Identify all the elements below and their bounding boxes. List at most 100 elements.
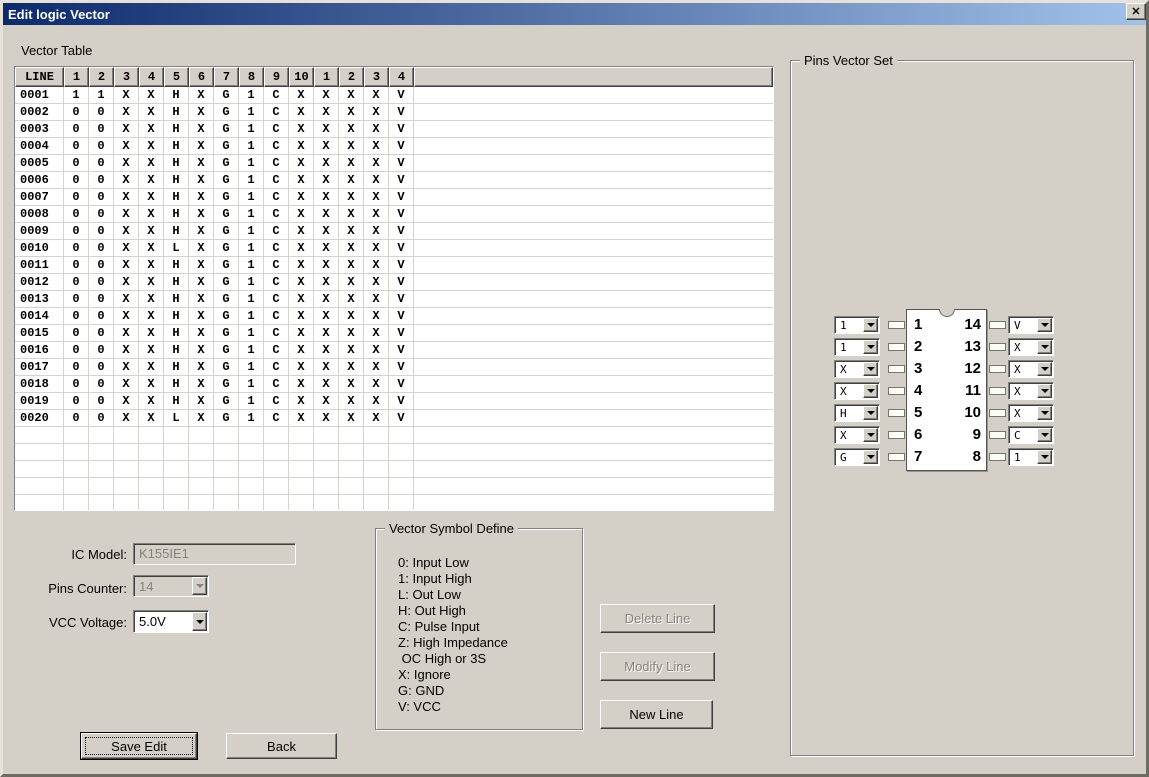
pins-vector-set-group: Pins Vector Set 1 1 1 2 X 3 X 4 H 5 X 6 G 7 V 14 X 13 X 12 X… <box>790 53 1134 756</box>
pin-12-number: 12 <box>964 360 981 377</box>
vector-cell: 1 <box>239 189 264 206</box>
vector-cell: X <box>139 172 164 189</box>
pins-counter-dropdown-button[interactable] <box>192 577 207 595</box>
pin-6-dropdown-button[interactable] <box>863 428 878 442</box>
column-header-13[interactable]: 3 <box>364 67 389 87</box>
table-row[interactable]: 0002 0 0 X X H X G 1 C X X X X V <box>15 104 773 121</box>
pin-14-select[interactable]: V <box>1008 316 1054 334</box>
vector-cell: X <box>189 393 214 410</box>
column-header-5[interactable]: 5 <box>164 67 189 87</box>
row-filler <box>414 444 773 461</box>
empty-cell <box>15 478 64 495</box>
table-row[interactable]: 0010 0 0 X X L X G 1 C X X X X V <box>15 240 773 257</box>
modify-line-button[interactable]: Modify Line <box>600 652 715 681</box>
table-row[interactable]: 0018 0 0 X X H X G 1 C X X X X V <box>15 376 773 393</box>
pin-12-dropdown-button[interactable] <box>1037 362 1052 376</box>
column-header-4[interactable]: 4 <box>139 67 164 87</box>
table-row[interactable]: 0008 0 0 X X H X G 1 C X X X X V <box>15 206 773 223</box>
column-header-3[interactable]: 3 <box>114 67 139 87</box>
pin-13-dropdown-button[interactable] <box>1037 340 1052 354</box>
table-row[interactable]: 0003 0 0 X X H X G 1 C X X X X V <box>15 121 773 138</box>
save-edit-button[interactable]: Save Edit <box>81 733 197 759</box>
pin-2-number: 2 <box>914 338 923 355</box>
pin-13-select[interactable]: X <box>1008 338 1054 356</box>
pin-4-dropdown-button[interactable] <box>863 384 878 398</box>
vector-cell: 0 <box>89 172 114 189</box>
empty-cell <box>89 495 114 510</box>
vcc-voltage-value: 5.0V <box>139 614 166 629</box>
table-row[interactable]: 0004 0 0 X X H X G 1 C X X X X V <box>15 138 773 155</box>
table-row[interactable]: 0020 0 0 X X L X G 1 C X X X X V <box>15 410 773 427</box>
table-row[interactable]: 0017 0 0 X X H X G 1 C X X X X V <box>15 359 773 376</box>
column-header-line[interactable]: LINE <box>15 67 64 87</box>
column-header-9[interactable]: 9 <box>264 67 289 87</box>
vector-cell: 0 <box>89 189 114 206</box>
empty-cell <box>389 478 414 495</box>
pin-9-select[interactable]: C <box>1008 426 1054 444</box>
column-header-11[interactable]: 1 <box>314 67 339 87</box>
column-header-10[interactable]: 10 <box>289 67 314 87</box>
pin-11-dropdown-button[interactable] <box>1037 384 1052 398</box>
line-number-cell: 0016 <box>15 342 64 359</box>
table-row[interactable]: 0014 0 0 X X H X G 1 C X X X X V <box>15 308 773 325</box>
pin-10-select[interactable]: X <box>1008 404 1054 422</box>
empty-cell <box>364 478 389 495</box>
vector-cell: H <box>164 206 189 223</box>
vector-cell: V <box>389 376 414 393</box>
table-row[interactable]: 0016 0 0 X X H X G 1 C X X X X V <box>15 342 773 359</box>
column-header-7[interactable]: 7 <box>214 67 239 87</box>
pin-5-select[interactable]: H <box>834 404 880 422</box>
pin-7-select[interactable]: G <box>834 448 880 466</box>
pin-3-dropdown-button[interactable] <box>863 362 878 376</box>
pin-8-select[interactable]: 1 <box>1008 448 1054 466</box>
table-row[interactable]: 0012 0 0 X X H X G 1 C X X X X V <box>15 274 773 291</box>
new-line-button[interactable]: New Line <box>600 700 713 729</box>
column-header-6[interactable]: 6 <box>189 67 214 87</box>
pin-2-value: 1 <box>840 341 847 354</box>
delete-line-button[interactable]: Delete Line <box>600 604 715 633</box>
table-row[interactable]: 0013 0 0 X X H X G 1 C X X X X V <box>15 291 773 308</box>
table-row[interactable]: 0007 0 0 X X H X G 1 C X X X X V <box>15 189 773 206</box>
column-header-14[interactable]: 4 <box>389 67 414 87</box>
table-row[interactable]: 0005 0 0 X X H X G 1 C X X X X V <box>15 155 773 172</box>
pin-3-select[interactable]: X <box>834 360 880 378</box>
vcc-voltage-dropdown-button[interactable] <box>192 612 207 631</box>
table-row[interactable]: 0019 0 0 X X H X G 1 C X X X X V <box>15 393 773 410</box>
pins-counter-select[interactable]: 14 <box>133 575 209 597</box>
pin-8-value: 1 <box>1014 451 1021 464</box>
title-bar[interactable]: Edit logic Vector <box>3 3 1146 25</box>
line-number-cell: 0019 <box>15 393 64 410</box>
pin-7-dropdown-button[interactable] <box>863 450 878 464</box>
ic-model-field[interactable]: K155IE1 <box>133 543 296 565</box>
table-row[interactable]: 0015 0 0 X X H X G 1 C X X X X V <box>15 325 773 342</box>
back-button[interactable]: Back <box>226 733 337 759</box>
close-button[interactable]: ✕ <box>1126 3 1146 20</box>
table-row[interactable]: 0011 0 0 X X H X G 1 C X X X X V <box>15 257 773 274</box>
pin-12-select[interactable]: X <box>1008 360 1054 378</box>
empty-cell <box>289 444 314 461</box>
column-header-2[interactable]: 2 <box>89 67 114 87</box>
pin-1-select[interactable]: 1 <box>834 316 880 334</box>
pin-2-select[interactable]: 1 <box>834 338 880 356</box>
vector-cell: C <box>264 376 289 393</box>
pin-8-dropdown-button[interactable] <box>1037 450 1052 464</box>
pin-5-dropdown-button[interactable] <box>863 406 878 420</box>
column-header-1[interactable]: 1 <box>64 67 89 87</box>
table-row[interactable]: 0009 0 0 X X H X G 1 C X X X X V <box>15 223 773 240</box>
line-number-cell: 0014 <box>15 308 64 325</box>
vector-cell: 0 <box>64 121 89 138</box>
pin-10-dropdown-button[interactable] <box>1037 406 1052 420</box>
pin-6-select[interactable]: X <box>834 426 880 444</box>
pin-2-dropdown-button[interactable] <box>863 340 878 354</box>
column-header-8[interactable]: 8 <box>239 67 264 87</box>
table-row[interactable]: 0001 1 1 X X H X G 1 C X X X X V <box>15 87 773 104</box>
pin-1-dropdown-button[interactable] <box>863 318 878 332</box>
pin-9-dropdown-button[interactable] <box>1037 428 1052 442</box>
column-header-12[interactable]: 2 <box>339 67 364 87</box>
table-row[interactable]: 0006 0 0 X X H X G 1 C X X X X V <box>15 172 773 189</box>
empty-cell <box>264 478 289 495</box>
vcc-voltage-select[interactable]: 5.0V <box>133 610 209 633</box>
pin-11-select[interactable]: X <box>1008 382 1054 400</box>
pin-4-select[interactable]: X <box>834 382 880 400</box>
pin-14-dropdown-button[interactable] <box>1037 318 1052 332</box>
